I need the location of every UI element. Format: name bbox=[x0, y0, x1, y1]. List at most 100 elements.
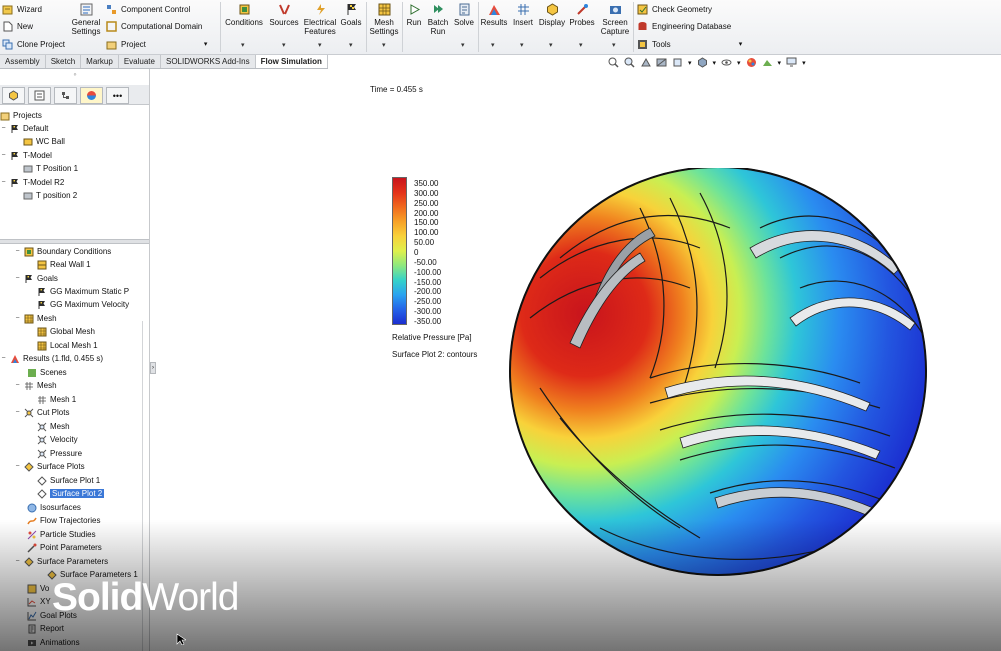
view-orientation-dropdown[interactable]: ▾ bbox=[688, 59, 692, 67]
more-tabs-button[interactable]: ••• bbox=[106, 87, 129, 104]
new-button[interactable]: New bbox=[2, 18, 33, 34]
monitor-dropdown[interactable]: ▾ bbox=[802, 59, 806, 67]
conditions-button[interactable]: Conditions bbox=[223, 3, 265, 27]
tree-item-goals[interactable]: − Goals bbox=[14, 272, 57, 285]
conditions-dropdown-arrow[interactable]: ▾ bbox=[241, 41, 245, 49]
mesh-settings-button[interactable]: Mesh Settings bbox=[368, 3, 400, 36]
tree-item-local-mesh[interactable]: Local Mesh 1 bbox=[34, 339, 98, 352]
display-style-dropdown[interactable]: ▾ bbox=[713, 59, 717, 67]
tools-button[interactable]: Tools ▾ bbox=[637, 36, 742, 52]
batch-run-button[interactable]: Batch Run bbox=[425, 3, 451, 36]
tree-item-scenes[interactable]: Scenes bbox=[24, 366, 67, 379]
monitor-icon[interactable] bbox=[786, 57, 797, 68]
panel-collapse-handle[interactable]: › bbox=[150, 362, 156, 374]
tree-item-config[interactable]: T position 2 bbox=[20, 189, 77, 202]
display-button[interactable]: Display bbox=[537, 3, 567, 27]
sources-button[interactable]: Sources bbox=[267, 3, 301, 27]
tree-item-cut-plot[interactable]: Velocity bbox=[34, 433, 78, 446]
tab-flow-simulation[interactable]: Flow Simulation bbox=[255, 55, 328, 68]
collapse-toggle[interactable]: − bbox=[14, 409, 21, 416]
collapse-toggle[interactable]: − bbox=[0, 152, 7, 159]
view-orientation-icon[interactable] bbox=[672, 57, 683, 68]
insert-button[interactable]: Insert bbox=[510, 3, 536, 27]
tree-item-boundary-conditions[interactable]: − Boundary Conditions bbox=[14, 245, 111, 258]
tree-item-goal[interactable]: GG Maximum Static P bbox=[34, 285, 129, 298]
collapse-toggle[interactable]: − bbox=[14, 248, 21, 255]
appearance-icon[interactable] bbox=[746, 57, 757, 68]
configuration-manager-tab[interactable] bbox=[54, 87, 77, 104]
insert-dropdown-arrow[interactable]: ▾ bbox=[520, 41, 524, 49]
tree-item-results-mesh[interactable]: − Mesh bbox=[14, 379, 56, 392]
hide-show-icon[interactable] bbox=[721, 57, 732, 68]
flow-analysis-tab[interactable] bbox=[80, 87, 103, 104]
tab-markup[interactable]: Markup bbox=[81, 55, 119, 68]
scene-icon[interactable] bbox=[762, 57, 773, 68]
engineering-database-button[interactable]: Engineering Database bbox=[637, 18, 731, 34]
mesh-dropdown-arrow[interactable]: ▾ bbox=[382, 41, 386, 49]
tree-item-volume-parameters[interactable]: Vo bbox=[24, 582, 49, 595]
pressure-contour-sphere[interactable] bbox=[500, 168, 940, 588]
features-dropdown-arrow[interactable]: ▾ bbox=[318, 41, 322, 49]
tree-item-config[interactable]: T Position 1 bbox=[20, 162, 78, 175]
tree-item-surface-plots[interactable]: − Surface Plots bbox=[14, 460, 85, 473]
tree-item-cut-plot[interactable]: Mesh bbox=[34, 420, 70, 433]
tree-item-surface-plot[interactable]: Surface Plot 1 bbox=[34, 474, 100, 487]
tree-item-project[interactable]: − Default bbox=[0, 122, 48, 135]
pane-splitter[interactable] bbox=[0, 239, 149, 244]
collapse-toggle[interactable]: − bbox=[0, 125, 7, 132]
clone-project-button[interactable]: Clone Project bbox=[2, 36, 65, 52]
hide-show-dropdown[interactable]: ▾ bbox=[737, 59, 741, 67]
component-control-button[interactable]: Component Control bbox=[106, 1, 190, 17]
tab-solidworks-add-ins[interactable]: SOLIDWORKS Add-Ins bbox=[161, 55, 256, 68]
collapse-toggle[interactable]: − bbox=[0, 179, 7, 186]
tree-item-goal[interactable]: GG Maximum Velocity bbox=[34, 298, 129, 311]
tab-sketch[interactable]: Sketch bbox=[46, 55, 82, 68]
electrical-features-button[interactable]: Electrical Features bbox=[302, 3, 338, 36]
screen-capture-button[interactable]: Screen Capture bbox=[598, 3, 632, 36]
collapse-toggle[interactable]: − bbox=[0, 355, 7, 362]
goals-dropdown-arrow[interactable]: ▾ bbox=[349, 41, 353, 49]
collapse-toggle[interactable]: − bbox=[14, 275, 21, 282]
tree-item-isosurfaces[interactable]: Isosurfaces bbox=[24, 501, 81, 514]
tree-item-surface-parameters[interactable]: − Surface Parameters bbox=[14, 555, 108, 568]
collapse-toggle[interactable]: − bbox=[14, 558, 21, 565]
tree-item-mesh-1[interactable]: Mesh 1 bbox=[34, 393, 76, 406]
goals-button[interactable]: Goals bbox=[339, 3, 363, 27]
project-dropdown-arrow[interactable]: ▾ bbox=[204, 40, 208, 48]
solve-dropdown-arrow[interactable]: ▾ bbox=[461, 41, 465, 49]
tree-item-project[interactable]: − T-Model R2 bbox=[0, 176, 64, 189]
run-button[interactable]: Run bbox=[404, 3, 424, 27]
tools-dropdown-arrow[interactable]: ▾ bbox=[739, 40, 743, 48]
tree-item-flow-trajectories[interactable]: Flow Trajectories bbox=[24, 514, 100, 527]
wizard-button[interactable]: Wizard bbox=[2, 1, 42, 17]
scene-dropdown[interactable]: ▾ bbox=[778, 59, 782, 67]
feature-manager-tab[interactable] bbox=[2, 87, 25, 104]
tree-item-report[interactable]: Report bbox=[24, 622, 64, 635]
tree-item-animations[interactable]: Animations bbox=[24, 636, 80, 649]
tree-item-global-mesh[interactable]: Global Mesh bbox=[34, 325, 95, 338]
probes-button[interactable]: Probes bbox=[568, 3, 596, 27]
tree-item-results[interactable]: − Results (1.fld, 0.455 s) bbox=[0, 352, 103, 365]
previous-view-icon[interactable] bbox=[640, 57, 651, 68]
collapse-toggle[interactable]: − bbox=[14, 382, 21, 389]
tree-item-projects[interactable]: Projects bbox=[0, 109, 42, 122]
check-geometry-button[interactable]: Check Geometry bbox=[637, 1, 712, 17]
tree-item-real-wall[interactable]: Real Wall 1 bbox=[34, 258, 91, 271]
tree-item-xy-plots[interactable]: XY bbox=[24, 595, 51, 608]
results-dropdown-arrow[interactable]: ▾ bbox=[491, 41, 495, 49]
tree-item-cut-plots[interactable]: − Cut Plots bbox=[14, 406, 69, 419]
collapse-toggle[interactable]: − bbox=[14, 315, 21, 322]
tree-item-surface-plot-selected[interactable]: Surface Plot 2 bbox=[34, 487, 105, 500]
solve-button[interactable]: Solve bbox=[452, 3, 476, 27]
tree-item-project[interactable]: − T-Model bbox=[0, 149, 51, 162]
tree-item-particle-studies[interactable]: Particle Studies bbox=[24, 528, 96, 541]
property-manager-tab[interactable] bbox=[28, 87, 51, 104]
tab-assembly[interactable]: Assembly bbox=[0, 55, 46, 68]
display-dropdown-arrow[interactable]: ▾ bbox=[549, 41, 553, 49]
computational-domain-button[interactable]: Computational Domain bbox=[106, 18, 202, 34]
zoom-fit-icon[interactable] bbox=[608, 57, 619, 68]
tab-evaluate[interactable]: Evaluate bbox=[119, 55, 161, 68]
collapse-toggle[interactable]: − bbox=[14, 463, 21, 470]
results-button[interactable]: Results bbox=[479, 3, 509, 27]
display-style-icon[interactable] bbox=[697, 57, 708, 68]
